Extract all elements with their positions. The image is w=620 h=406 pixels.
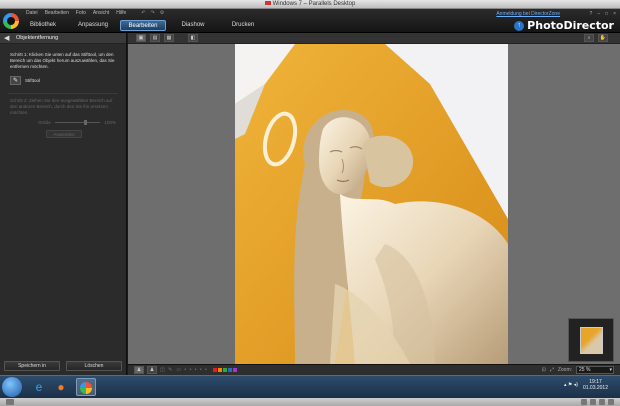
directorzone-login-link[interactable]: Anmeldung bei DirectorZone bbox=[496, 11, 560, 17]
brand: ↑ PhotoDirector bbox=[514, 19, 614, 32]
close-icon[interactable]: × bbox=[613, 11, 616, 17]
menu-hilfe[interactable]: Hilfe bbox=[116, 10, 126, 16]
size-slider[interactable] bbox=[54, 120, 101, 125]
zoom-tools: ⌕ ✋ bbox=[584, 34, 608, 42]
zoom-controls: ⊡ ⤢ Zoom: 25 % bbox=[542, 366, 614, 374]
photodirector-logo-icon: ↑ bbox=[514, 20, 525, 31]
bottom-toolbar: ♟ ♟ ◫ ✎ ▭ • • • • • ⊡ ⤢ Zoom: 25 % bbox=[128, 364, 620, 375]
step2-instructions: Schritt 2: Ziehen Sie den ausgewählten B… bbox=[10, 98, 113, 115]
fit-icon[interactable]: ⊡ bbox=[542, 367, 546, 373]
settings-gear-icon[interactable]: ⚙ bbox=[160, 10, 164, 16]
brush-tool-label: Stifttool bbox=[25, 78, 41, 83]
navigator-thumbnail[interactable] bbox=[568, 318, 614, 362]
redo-icon[interactable]: ↷ bbox=[151, 10, 155, 16]
color-label-green[interactable] bbox=[222, 368, 227, 372]
compare-view-icon[interactable]: ◧ bbox=[188, 34, 198, 42]
brush-tool-row: ✎ Stifttool bbox=[0, 70, 126, 85]
app-header: Datei Bearbeiten Foto Ansicht Hilfe ↶ ↷ … bbox=[0, 9, 620, 33]
size-label: Größe bbox=[38, 120, 51, 125]
windows-start-button[interactable] bbox=[2, 377, 22, 397]
host-title-bar: Windows 7 – Parallels Desktop bbox=[0, 0, 620, 9]
windows-taskbar: e ● ▴ ⚑ ◂) 19:17 01.03.2012 bbox=[0, 375, 620, 398]
window-controls: ? – □ × bbox=[589, 11, 616, 17]
photodirector-taskbar-icon[interactable] bbox=[76, 378, 96, 396]
panel-footer: Speichern in Löschen bbox=[4, 361, 122, 371]
fullscreen-icon[interactable]: ⤢ bbox=[550, 367, 554, 373]
view-toolbar: ▣ ▤ ▦ ◧ ⌕ ✋ bbox=[128, 33, 620, 44]
host-status-icon[interactable] bbox=[599, 399, 605, 405]
tab-diashow[interactable]: Diashow bbox=[170, 20, 216, 31]
view-mode-buttons: ▣ ▤ ▦ ◧ bbox=[136, 34, 198, 42]
apply-button[interactable]: Anwenden bbox=[46, 130, 82, 138]
clock-date: 01.03.2012 bbox=[582, 385, 608, 391]
host-status-icon[interactable] bbox=[581, 399, 587, 405]
host-bottom-bar bbox=[0, 398, 620, 406]
tag-icons[interactable]: ◫ ✎ bbox=[160, 367, 173, 373]
brand-name: PhotoDirector bbox=[527, 19, 614, 32]
help-icon[interactable]: ? bbox=[589, 11, 592, 17]
minimize-icon[interactable]: – bbox=[597, 11, 600, 17]
step1-instructions: Schritt 1: Klicken Sie unten auf das Sti… bbox=[10, 52, 115, 69]
system-tray: ▴ ⚑ ◂) 19:17 01.03.2012 bbox=[564, 379, 608, 391]
zoom-dropdown[interactable]: 25 % bbox=[576, 366, 614, 374]
statue-image bbox=[235, 44, 508, 364]
menu-bar: Datei Bearbeiten Foto Ansicht Hilfe ↶ ↷ … bbox=[26, 10, 164, 16]
host-window-title: Windows 7 – Parallels Desktop bbox=[0, 1, 620, 7]
filmstrip-view-icon[interactable]: ▤ bbox=[150, 34, 160, 42]
navigator-viewport[interactable] bbox=[580, 327, 603, 354]
menu-bearbeiten[interactable]: Bearbeiten bbox=[45, 10, 69, 16]
delete-button[interactable]: Löschen bbox=[66, 361, 122, 371]
tab-bearbeiten[interactable]: Bearbeiten bbox=[120, 20, 166, 31]
cyberlink-logo-icon bbox=[3, 13, 19, 29]
menu-foto[interactable]: Foto bbox=[76, 10, 86, 16]
zoom-label: Zoom: bbox=[557, 367, 572, 373]
rating-dots[interactable]: ▭ • • • • • bbox=[176, 367, 207, 373]
statue-photo[interactable] bbox=[235, 44, 508, 364]
color-labels bbox=[212, 368, 237, 372]
hand-tool-icon[interactable]: ✋ bbox=[598, 34, 608, 42]
parallels-icon bbox=[264, 1, 271, 6]
tray-icons[interactable]: ▴ ⚑ ◂) bbox=[564, 382, 578, 388]
quick-tools: ↶ ↷ ⚙ bbox=[141, 10, 164, 16]
brush-icon[interactable]: ✎ bbox=[10, 76, 21, 85]
mode-tabs: Bibliothek Anpassung Bearbeiten Diashow … bbox=[20, 20, 266, 31]
size-slider-thumb[interactable] bbox=[83, 120, 87, 125]
back-arrow-icon[interactable]: ◀ bbox=[4, 35, 12, 42]
magnifier-icon[interactable]: ⌕ bbox=[584, 34, 594, 42]
host-status-icon[interactable] bbox=[608, 399, 614, 405]
bottom-left-tools: ♟ ♟ ◫ ✎ ▭ • • • • • bbox=[134, 366, 237, 374]
size-value: 100% bbox=[104, 120, 116, 125]
photo-canvas[interactable] bbox=[128, 44, 620, 364]
tab-anpassung[interactable]: Anpassung bbox=[70, 20, 116, 31]
tab-drucken[interactable]: Drucken bbox=[220, 20, 266, 31]
internet-explorer-icon[interactable]: e bbox=[29, 378, 49, 396]
parallels-menu-icon[interactable] bbox=[6, 399, 14, 405]
panel-title: Objektentfernung bbox=[16, 35, 59, 41]
host-status-icon[interactable] bbox=[590, 399, 596, 405]
panel-header: ◀ Objektentfernung bbox=[0, 33, 126, 44]
color-label-purple[interactable] bbox=[232, 368, 237, 372]
size-slider-row: Größe 100% bbox=[0, 116, 126, 125]
save-as-button[interactable]: Speichern in bbox=[4, 361, 60, 371]
maximize-icon[interactable]: □ bbox=[605, 11, 608, 17]
clock[interactable]: 19:17 01.03.2012 bbox=[583, 379, 608, 391]
menu-ansicht[interactable]: Ansicht bbox=[93, 10, 109, 16]
color-label-orange[interactable] bbox=[217, 368, 222, 372]
color-label-blue[interactable] bbox=[227, 368, 232, 372]
undo-icon[interactable]: ↶ bbox=[141, 10, 145, 16]
firefox-icon[interactable]: ● bbox=[51, 378, 71, 396]
grid-view-icon[interactable]: ▦ bbox=[164, 34, 174, 42]
people-icon[interactable]: ♟ bbox=[147, 366, 157, 374]
host-status-icons bbox=[581, 399, 614, 405]
edit-panel: ◀ Objektentfernung Schritt 1: Klicken Si… bbox=[0, 33, 127, 375]
tab-bibliothek[interactable]: Bibliothek bbox=[20, 20, 66, 31]
menu-datei[interactable]: Datei bbox=[26, 10, 38, 16]
single-view-icon[interactable]: ▣ bbox=[136, 34, 146, 42]
color-label-red[interactable] bbox=[212, 368, 217, 372]
person-icon[interactable]: ♟ bbox=[134, 366, 144, 374]
